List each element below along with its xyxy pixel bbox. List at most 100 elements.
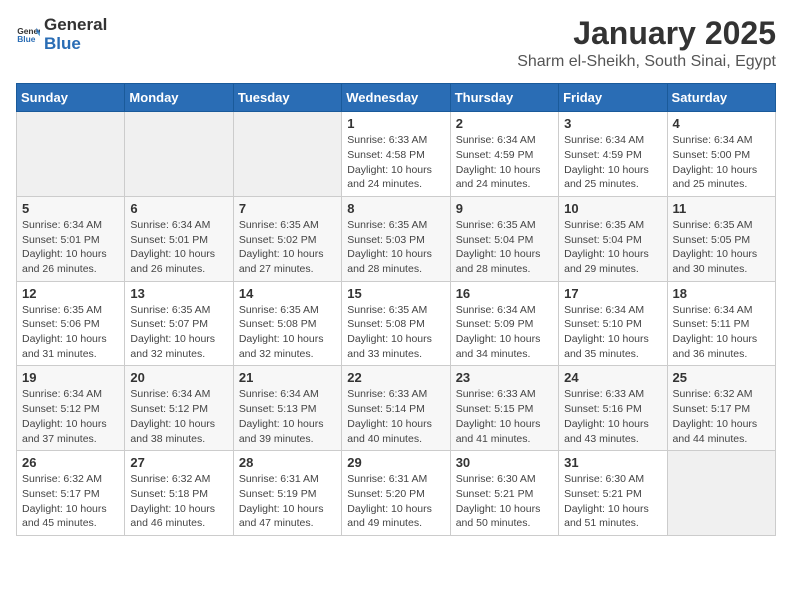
logo-icon: General Blue bbox=[16, 23, 40, 47]
day-info: Sunrise: 6:34 AMSunset: 5:12 PMDaylight:… bbox=[22, 387, 119, 446]
day-info: Sunrise: 6:31 AMSunset: 5:19 PMDaylight:… bbox=[239, 472, 336, 531]
calendar-cell: 21 Sunrise: 6:34 AMSunset: 5:13 PMDayligh… bbox=[233, 366, 341, 451]
day-number: 5 bbox=[22, 201, 119, 216]
day-number: 1 bbox=[347, 116, 444, 131]
day-info: Sunrise: 6:35 AMSunset: 5:08 PMDaylight:… bbox=[239, 303, 336, 362]
day-info: Sunrise: 6:35 AMSunset: 5:08 PMDaylight:… bbox=[347, 303, 444, 362]
day-info: Sunrise: 6:30 AMSunset: 5:21 PMDaylight:… bbox=[564, 472, 661, 531]
calendar-cell: 19 Sunrise: 6:34 AMSunset: 5:12 PMDayligh… bbox=[17, 366, 125, 451]
day-info: Sunrise: 6:34 AMSunset: 4:59 PMDaylight:… bbox=[564, 133, 661, 192]
month-title: January 2025 bbox=[517, 16, 776, 51]
day-info: Sunrise: 6:32 AMSunset: 5:17 PMDaylight:… bbox=[673, 387, 770, 446]
calendar-cell bbox=[233, 112, 341, 197]
day-number: 13 bbox=[130, 286, 227, 301]
day-number: 8 bbox=[347, 201, 444, 216]
location-title: Sharm el-Sheikh, South Sinai, Egypt bbox=[517, 53, 776, 71]
day-number: 3 bbox=[564, 116, 661, 131]
day-info: Sunrise: 6:33 AMSunset: 5:16 PMDaylight:… bbox=[564, 387, 661, 446]
logo-blue-text: Blue bbox=[44, 35, 107, 54]
day-number: 16 bbox=[456, 286, 553, 301]
day-number: 6 bbox=[130, 201, 227, 216]
calendar-cell: 3 Sunrise: 6:34 AMSunset: 4:59 PMDaylight… bbox=[559, 112, 667, 197]
calendar-cell: 17 Sunrise: 6:34 AMSunset: 5:10 PMDayligh… bbox=[559, 281, 667, 366]
logo-general-text: General bbox=[44, 16, 107, 35]
calendar-cell: 1 Sunrise: 6:33 AMSunset: 4:58 PMDaylight… bbox=[342, 112, 450, 197]
day-info: Sunrise: 6:31 AMSunset: 5:20 PMDaylight:… bbox=[347, 472, 444, 531]
calendar-cell: 22Sunrise: 6:33 AMSunset: 5:14 PMDayligh… bbox=[342, 366, 450, 451]
page-header: General Blue General Blue January 2025 S… bbox=[16, 16, 776, 71]
day-number: 25 bbox=[673, 370, 770, 385]
day-info: Sunrise: 6:35 AMSunset: 5:06 PMDaylight:… bbox=[22, 303, 119, 362]
calendar-cell: 9 Sunrise: 6:35 AMSunset: 5:04 PMDaylight… bbox=[450, 196, 558, 281]
day-info: Sunrise: 6:33 AMSunset: 4:58 PMDaylight:… bbox=[347, 133, 444, 192]
day-info: Sunrise: 6:32 AMSunset: 5:17 PMDaylight:… bbox=[22, 472, 119, 531]
day-number: 14 bbox=[239, 286, 336, 301]
calendar-cell: 5Sunrise: 6:34 AMSunset: 5:01 PMDaylight… bbox=[17, 196, 125, 281]
day-number: 7 bbox=[239, 201, 336, 216]
calendar-week-row: 1 Sunrise: 6:33 AMSunset: 4:58 PMDaylight… bbox=[17, 112, 776, 197]
day-info: Sunrise: 6:35 AMSunset: 5:07 PMDaylight:… bbox=[130, 303, 227, 362]
day-info: Sunrise: 6:35 AMSunset: 5:03 PMDaylight:… bbox=[347, 218, 444, 277]
calendar-cell: 6 Sunrise: 6:34 AMSunset: 5:01 PMDaylight… bbox=[125, 196, 233, 281]
day-number: 2 bbox=[456, 116, 553, 131]
calendar-cell: 16 Sunrise: 6:34 AMSunset: 5:09 PMDayligh… bbox=[450, 281, 558, 366]
day-number: 20 bbox=[130, 370, 227, 385]
calendar-day-header: Friday bbox=[559, 84, 667, 112]
day-number: 29 bbox=[347, 455, 444, 470]
calendar-week-row: 12 Sunrise: 6:35 AMSunset: 5:06 PMDayligh… bbox=[17, 281, 776, 366]
logo: General Blue General Blue bbox=[16, 16, 107, 53]
day-info: Sunrise: 6:35 AMSunset: 5:04 PMDaylight:… bbox=[456, 218, 553, 277]
day-info: Sunrise: 6:34 AMSunset: 5:00 PMDaylight:… bbox=[673, 133, 770, 192]
calendar-cell: 27Sunrise: 6:32 AMSunset: 5:18 PMDayligh… bbox=[125, 451, 233, 536]
day-number: 15 bbox=[347, 286, 444, 301]
calendar-header-row: SundayMondayTuesdayWednesdayThursdayFrid… bbox=[17, 84, 776, 112]
calendar-week-row: 26 Sunrise: 6:32 AMSunset: 5:17 PMDayligh… bbox=[17, 451, 776, 536]
day-number: 31 bbox=[564, 455, 661, 470]
day-number: 23 bbox=[456, 370, 553, 385]
day-info: Sunrise: 6:34 AMSunset: 5:11 PMDaylight:… bbox=[673, 303, 770, 362]
day-info: Sunrise: 6:32 AMSunset: 5:18 PMDaylight:… bbox=[130, 472, 227, 531]
calendar-cell: 7Sunrise: 6:35 AMSunset: 5:02 PMDaylight… bbox=[233, 196, 341, 281]
day-info: Sunrise: 6:34 AMSunset: 5:10 PMDaylight:… bbox=[564, 303, 661, 362]
calendar-table: SundayMondayTuesdayWednesdayThursdayFrid… bbox=[16, 83, 776, 536]
day-info: Sunrise: 6:34 AMSunset: 5:01 PMDaylight:… bbox=[130, 218, 227, 277]
calendar-cell: 25 Sunrise: 6:32 AMSunset: 5:17 PMDayligh… bbox=[667, 366, 775, 451]
calendar-cell: 24Sunrise: 6:33 AMSunset: 5:16 PMDayligh… bbox=[559, 366, 667, 451]
calendar-cell: 18 Sunrise: 6:34 AMSunset: 5:11 PMDayligh… bbox=[667, 281, 775, 366]
day-number: 12 bbox=[22, 286, 119, 301]
calendar-cell: 28 Sunrise: 6:31 AMSunset: 5:19 PMDayligh… bbox=[233, 451, 341, 536]
calendar-cell bbox=[667, 451, 775, 536]
day-number: 4 bbox=[673, 116, 770, 131]
calendar-day-header: Wednesday bbox=[342, 84, 450, 112]
day-number: 30 bbox=[456, 455, 553, 470]
day-number: 26 bbox=[22, 455, 119, 470]
day-info: Sunrise: 6:34 AMSunset: 5:13 PMDaylight:… bbox=[239, 387, 336, 446]
calendar-cell: 31 Sunrise: 6:30 AMSunset: 5:21 PMDayligh… bbox=[559, 451, 667, 536]
day-info: Sunrise: 6:33 AMSunset: 5:15 PMDaylight:… bbox=[456, 387, 553, 446]
calendar-day-header: Saturday bbox=[667, 84, 775, 112]
day-number: 19 bbox=[22, 370, 119, 385]
calendar-week-row: 19 Sunrise: 6:34 AMSunset: 5:12 PMDayligh… bbox=[17, 366, 776, 451]
svg-text:Blue: Blue bbox=[17, 34, 36, 44]
day-info: Sunrise: 6:35 AMSunset: 5:04 PMDaylight:… bbox=[564, 218, 661, 277]
calendar-cell: 23 Sunrise: 6:33 AMSunset: 5:15 PMDayligh… bbox=[450, 366, 558, 451]
calendar-cell: 13 Sunrise: 6:35 AMSunset: 5:07 PMDayligh… bbox=[125, 281, 233, 366]
calendar-cell: 11Sunrise: 6:35 AMSunset: 5:05 PMDayligh… bbox=[667, 196, 775, 281]
calendar-day-header: Sunday bbox=[17, 84, 125, 112]
day-number: 18 bbox=[673, 286, 770, 301]
day-number: 28 bbox=[239, 455, 336, 470]
day-number: 9 bbox=[456, 201, 553, 216]
calendar-cell: 10 Sunrise: 6:35 AMSunset: 5:04 PMDayligh… bbox=[559, 196, 667, 281]
calendar-cell: 2Sunrise: 6:34 AMSunset: 4:59 PMDaylight… bbox=[450, 112, 558, 197]
calendar-cell: 12 Sunrise: 6:35 AMSunset: 5:06 PMDayligh… bbox=[17, 281, 125, 366]
day-info: Sunrise: 6:34 AMSunset: 5:09 PMDaylight:… bbox=[456, 303, 553, 362]
calendar-cell bbox=[125, 112, 233, 197]
calendar-cell: 29 Sunrise: 6:31 AMSunset: 5:20 PMDayligh… bbox=[342, 451, 450, 536]
day-number: 11 bbox=[673, 201, 770, 216]
day-number: 17 bbox=[564, 286, 661, 301]
day-info: Sunrise: 6:34 AMSunset: 5:12 PMDaylight:… bbox=[130, 387, 227, 446]
day-number: 21 bbox=[239, 370, 336, 385]
day-info: Sunrise: 6:30 AMSunset: 5:21 PMDaylight:… bbox=[456, 472, 553, 531]
calendar-cell bbox=[17, 112, 125, 197]
day-number: 10 bbox=[564, 201, 661, 216]
